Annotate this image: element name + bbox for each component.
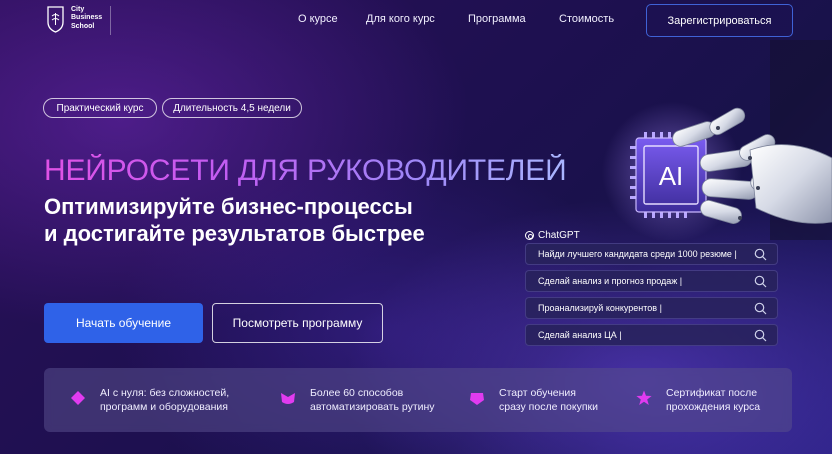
crown-icon [281,393,295,404]
search-icon[interactable] [754,302,767,315]
nav-item-price[interactable]: Стоимость [559,13,614,25]
view-program-button[interactable]: Посмотреть программу [212,303,383,343]
feature-text: Более 60 способов [310,387,404,399]
badge-practical: Практический курс [43,98,157,118]
prompt-text: Найди лучшего кандидата среди 1000 резюм… [538,249,737,259]
prompt-text: Сделай анализ ЦА | [538,330,622,340]
chatgpt-label-text: ChatGPT [538,230,580,241]
feature-item: Сертификат после прохождения курса [636,386,760,414]
chatgpt-label: ChatGPT [525,230,580,241]
feature-text: AI с нуля: без сложностей, [100,387,230,399]
nav-item-about[interactable]: О курсе [298,13,338,25]
search-icon[interactable] [754,275,767,288]
feature-item: Старт обучения сразу после покупки [469,386,598,414]
feature-item: AI с нуля: без сложностей, программ и об… [70,386,229,414]
nav-item-program[interactable]: Программа [468,13,526,25]
nav-item-audience[interactable]: Для кого курс [366,13,435,25]
chatgpt-logo-icon [525,231,534,240]
feature-text: программ и оборудования [100,401,228,413]
prompt-item[interactable]: Найди лучшего кандидата среди 1000 резюм… [525,243,778,265]
subtitle-line-2: и достигайте результатов быстрее [44,221,425,246]
prompt-item[interactable]: Сделай анализ ЦА | [525,324,778,346]
feature-text: Сертификат после [666,387,758,399]
start-learning-button[interactable]: Начать обучение [44,303,203,343]
prompt-text: Сделай анализ и прогноз продаж | [538,276,683,286]
prompt-text: Проанализируй конкурентов | [538,303,662,313]
feature-text: Старт обучения [499,387,576,399]
page-title: НЕЙРОСЕТИ ДЛЯ РУКОВОДИТЕЛЕЙ [44,154,567,187]
subtitle: Оптимизируйте бизнес-процессы и достигай… [44,193,425,247]
ai-chip-label: AI [659,161,684,191]
search-icon[interactable] [754,329,767,342]
prompt-item[interactable]: Проанализируй конкурентов | [525,297,778,319]
star-icon [636,390,652,405]
prompt-item[interactable]: Сделай анализ и прогноз продаж | [525,270,778,292]
feature-item: Более 60 способов автоматизировать рутин… [280,386,435,414]
badge-duration: Длительность 4,5 недели [162,98,302,118]
robot-hand-ai-chip-image: AI [602,40,832,240]
search-icon[interactable] [754,248,767,261]
pentagon-icon [470,393,484,405]
feature-text: автоматизировать рутину [310,401,435,413]
features-bar: AI с нуля: без сложностей, программ и об… [44,368,792,432]
diamond-icon [71,391,85,405]
register-button[interactable]: Зарегистрироваться [646,4,793,37]
feature-text: сразу после покупки [499,401,598,413]
subtitle-line-1: Оптимизируйте бизнес-процессы [44,194,413,219]
feature-text: прохождения курса [666,401,761,413]
